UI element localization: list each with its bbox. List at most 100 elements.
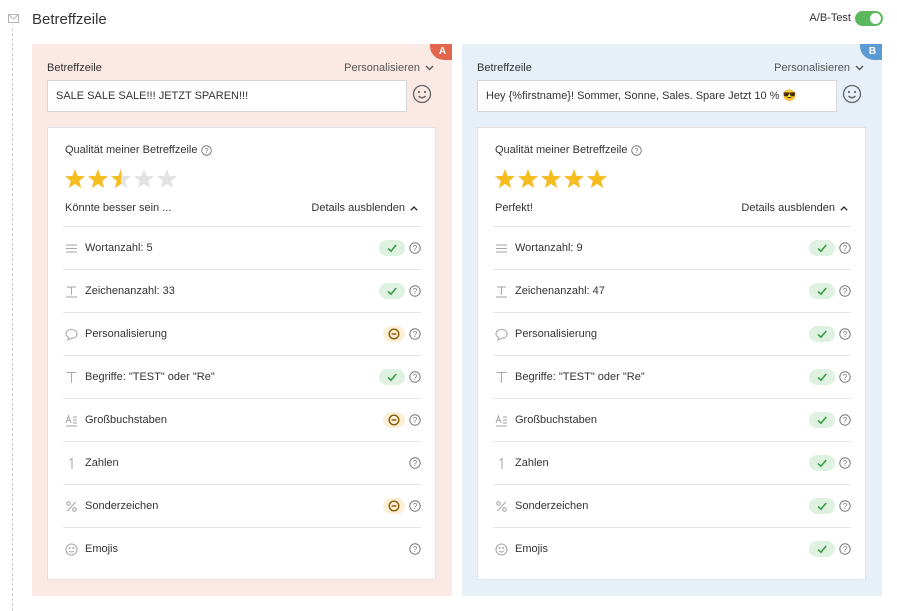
smiley-icon: [495, 543, 508, 556]
criteria-label: Zahlen: [515, 457, 549, 469]
help-icon[interactable]: ?: [839, 242, 851, 254]
criteria-row: Emojis?: [63, 527, 421, 570]
status-ok-badge: [809, 541, 835, 557]
svg-text:?: ?: [843, 459, 848, 468]
help-icon[interactable]: ?: [409, 242, 421, 254]
checkmark-icon: [387, 244, 397, 253]
help-icon[interactable]: ?: [839, 500, 851, 512]
criteria-label: Personalisierung: [85, 328, 167, 340]
mail-icon: [8, 14, 19, 23]
number-one-icon: [69, 457, 73, 469]
checkmark-icon: [387, 287, 397, 296]
criteria-row: Großbuchstaben?: [493, 398, 851, 441]
section-guide-line: [12, 28, 13, 611]
details-toggle-button[interactable]: Details ausblenden: [311, 202, 418, 214]
status-ok-badge: [809, 326, 835, 342]
criteria-list: Wortanzahl: 9? Zeichenanzahl: 47? Personal…: [493, 226, 851, 570]
criteria-label: Emojis: [515, 543, 549, 555]
star-icon: [564, 169, 584, 188]
smiley-icon: [65, 543, 78, 556]
help-icon[interactable]: ?: [839, 328, 851, 340]
status-warning-badge: [383, 412, 405, 428]
criteria-row: Personalisierung?: [63, 312, 421, 355]
help-icon[interactable]: ?: [409, 500, 421, 512]
criteria-label: Großbuchstaben: [515, 414, 597, 426]
help-icon[interactable]: ?: [409, 328, 421, 340]
quality-title: Qualität meiner Betreffzeile ?: [65, 144, 213, 156]
star-icon: [65, 169, 85, 188]
chevron-up-icon: [840, 205, 848, 211]
personalize-dropdown[interactable]: Personalisieren: [774, 62, 864, 74]
star-icon: [134, 169, 154, 188]
help-icon[interactable]: ?: [409, 543, 421, 555]
section-header: Betreffzeile A/B-Test: [0, 0, 897, 40]
personalize-label: Personalisieren: [344, 62, 420, 74]
section-title: Betreffzeile: [32, 11, 107, 28]
minus-circle-icon: [388, 328, 400, 340]
personalize-label: Personalisieren: [774, 62, 850, 74]
status-ok-badge: [379, 283, 405, 299]
svg-text:?: ?: [843, 502, 848, 511]
quality-title: Qualität meiner Betreffzeile ?: [495, 144, 643, 156]
criteria-row: Zahlen?: [63, 441, 421, 484]
variant-b-badge: B: [860, 44, 882, 60]
emoji-picker-icon[interactable]: [412, 84, 432, 104]
subject-field-label: Betreffzeile: [477, 62, 532, 74]
svg-text:?: ?: [413, 373, 418, 382]
help-icon[interactable]: ?: [409, 414, 421, 426]
svg-text:?: ?: [843, 287, 848, 296]
criteria-label: Begriffe: "TEST" oder "Re": [515, 371, 645, 383]
chevron-down-icon: [855, 65, 864, 71]
criteria-label: Emojis: [85, 543, 119, 555]
variant-a-panel: A Betreffzeile Personalisieren SALE SALE…: [32, 44, 452, 596]
subject-input[interactable]: SALE SALE SALE!!! JETZT SPAREN!!!: [47, 80, 407, 112]
checkmark-icon: [387, 373, 397, 382]
details-toggle-label: Details ausblenden: [741, 202, 835, 214]
criteria-label: Wortanzahl: 5: [85, 242, 153, 254]
chevron-down-icon: [425, 65, 434, 71]
svg-text:?: ?: [205, 146, 209, 155]
toggle-knob: [870, 13, 881, 24]
subject-input[interactable]: Hey {%firstname}! Sommer, Sonne, Sales. …: [477, 80, 837, 112]
star-icon: [541, 169, 561, 188]
variant-a-badge: A: [430, 44, 452, 60]
quality-title-text: Qualität meiner Betreffzeile: [65, 144, 198, 156]
percent-icon: [496, 501, 507, 512]
subject-field-label: Betreffzeile: [47, 62, 102, 74]
criteria-label: Zahlen: [85, 457, 119, 469]
quality-card: Qualität meiner Betreffzeile ? Könnte be…: [47, 127, 436, 580]
personalize-dropdown[interactable]: Personalisieren: [344, 62, 434, 74]
letter-t-icon: [496, 371, 507, 383]
help-icon[interactable]: ?: [839, 457, 851, 469]
svg-text:?: ?: [843, 416, 848, 425]
checkmark-icon: [817, 416, 827, 425]
help-icon[interactable]: ?: [839, 371, 851, 383]
details-toggle-button[interactable]: Details ausblenden: [741, 202, 848, 214]
status-ok-badge: [809, 412, 835, 428]
svg-text:?: ?: [635, 146, 639, 155]
status-ok-badge: [379, 240, 405, 256]
quality-card: Qualität meiner Betreffzeile ? Perfekt! …: [477, 127, 866, 580]
criteria-row: Zeichenanzahl: 47?: [493, 269, 851, 312]
svg-text:?: ?: [413, 244, 418, 253]
criteria-row: Sonderzeichen?: [63, 484, 421, 527]
uppercase-icon: [495, 414, 507, 427]
number-one-icon: [499, 457, 503, 469]
help-icon[interactable]: ?: [409, 285, 421, 297]
help-icon[interactable]: ?: [839, 285, 851, 297]
help-icon[interactable]: ?: [201, 144, 213, 156]
emoji-picker-icon[interactable]: [842, 84, 862, 104]
help-icon[interactable]: ?: [839, 543, 851, 555]
letter-t-icon: [66, 371, 77, 383]
svg-text:?: ?: [413, 287, 418, 296]
help-icon[interactable]: ?: [631, 144, 643, 156]
status-ok-badge: [809, 283, 835, 299]
uppercase-icon: [65, 414, 77, 427]
status-ok-badge: [809, 498, 835, 514]
ab-test-toggle[interactable]: [855, 11, 883, 26]
svg-text:?: ?: [413, 416, 418, 425]
help-icon[interactable]: ?: [409, 457, 421, 469]
help-icon[interactable]: ?: [839, 414, 851, 426]
help-icon[interactable]: ?: [409, 371, 421, 383]
checkmark-icon: [817, 244, 827, 253]
